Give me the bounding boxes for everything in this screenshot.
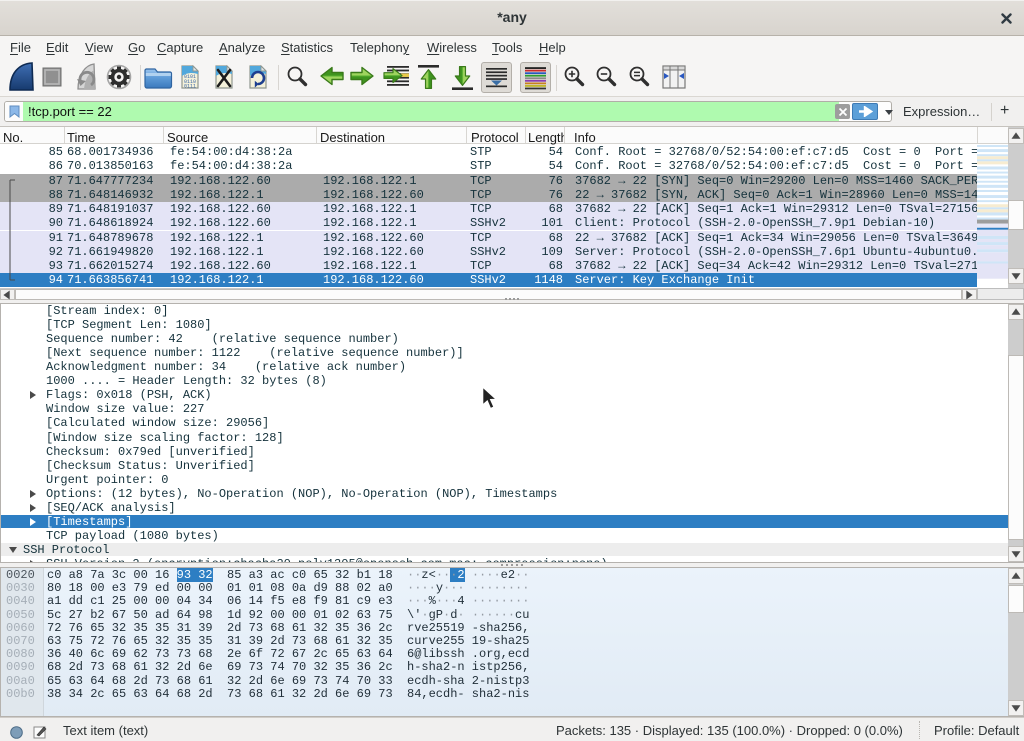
svg-text:0111: 0111 (184, 84, 196, 90)
